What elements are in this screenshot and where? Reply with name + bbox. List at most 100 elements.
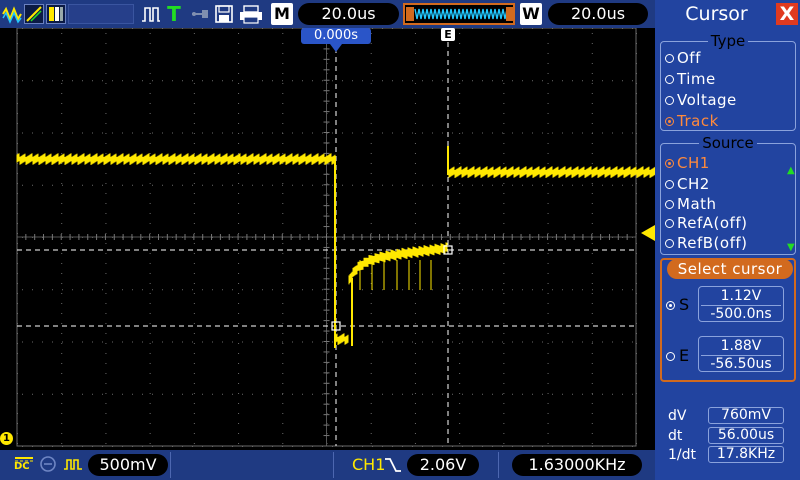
scroll-up-icon[interactable]: ▲ xyxy=(787,166,795,176)
window-timebase-value[interactable]: 20.0us xyxy=(548,3,648,25)
waveform-display-icon[interactable] xyxy=(2,4,22,24)
source-option-refb[interactable]: RefB(off) xyxy=(665,234,748,252)
grid-dot xyxy=(459,443,461,444)
grid-dot xyxy=(42,132,43,134)
pulse-trigger-icon[interactable] xyxy=(141,4,161,24)
grid-dot xyxy=(282,341,283,343)
grid-dot xyxy=(442,289,443,291)
grid-dot xyxy=(52,80,53,82)
grid-dot xyxy=(238,113,240,114)
grid-dot xyxy=(105,323,107,324)
grid-dot xyxy=(112,393,113,395)
grid-dot xyxy=(452,341,453,343)
grid-dot xyxy=(547,263,549,264)
grid-dot xyxy=(452,289,453,291)
grid-dot xyxy=(414,133,416,134)
grid-dot xyxy=(193,183,195,184)
cursor-s-voltage: 1.12V xyxy=(720,288,762,304)
main-timebase-value[interactable]: 20.0us xyxy=(298,3,399,25)
close-button[interactable]: X xyxy=(776,3,798,25)
vectors-icon[interactable] xyxy=(24,4,44,24)
save-icon[interactable] xyxy=(214,4,234,24)
type-option-voltage[interactable]: Voltage xyxy=(665,91,737,109)
grid-dot xyxy=(414,353,416,354)
grid-dot xyxy=(512,393,513,395)
grid-dot xyxy=(522,132,523,134)
grid-dot xyxy=(149,273,151,274)
type-option-time[interactable]: Time xyxy=(665,70,716,88)
grid-dot xyxy=(149,403,151,404)
grid-dot xyxy=(82,289,83,291)
cursor-s-label: S xyxy=(679,295,690,314)
cursor-s-option[interactable]: S xyxy=(666,296,689,314)
ch1-volts-per-div[interactable]: 500mV xyxy=(88,454,168,476)
trigger-level-value[interactable]: 2.06V xyxy=(407,454,479,476)
grid-dot xyxy=(459,73,461,74)
grid-dot xyxy=(370,343,372,344)
grid-dot xyxy=(382,341,383,343)
grid-dot xyxy=(503,233,505,234)
grid-dot xyxy=(262,393,263,395)
source-option-ch1[interactable]: CH1 xyxy=(665,154,710,172)
grid-dot xyxy=(149,233,151,234)
grid-dot xyxy=(442,393,443,395)
grid-dot xyxy=(112,132,113,134)
source-option-refa[interactable]: RefA(off) xyxy=(665,214,747,232)
cursor-e-readout: 1.88V -56.50us xyxy=(698,336,784,372)
type-option-off[interactable]: Off xyxy=(665,49,701,67)
grid-dot xyxy=(370,243,372,244)
grid-dot xyxy=(238,353,240,354)
grid-dot xyxy=(238,173,240,174)
scroll-down-icon[interactable]: ▼ xyxy=(787,243,795,253)
grid-dot xyxy=(332,132,333,134)
grid-dot xyxy=(382,289,383,291)
grid-dot xyxy=(102,132,103,134)
grid-dot xyxy=(193,413,195,414)
grid-dot xyxy=(238,83,240,84)
grid-dot xyxy=(32,289,33,291)
grid-dot xyxy=(282,173,284,174)
grid-dot xyxy=(503,403,505,404)
grid-dot xyxy=(193,283,195,284)
grid-dot xyxy=(282,403,284,404)
grid-dot xyxy=(352,132,353,134)
grid-dot xyxy=(193,273,195,274)
grid-dot xyxy=(149,433,151,434)
source-group-title: Source xyxy=(699,134,757,152)
grid-dot xyxy=(61,83,63,84)
grid-dot xyxy=(202,184,203,186)
grid-dot xyxy=(238,153,240,154)
grid-dot xyxy=(522,341,523,343)
grid-dot xyxy=(547,273,549,274)
window-zoom-indicator[interactable] xyxy=(403,3,515,25)
type-option-track[interactable]: Track xyxy=(665,112,719,130)
grid-dot xyxy=(105,413,107,414)
grid-dot xyxy=(105,53,107,54)
cursor-e-option[interactable]: E xyxy=(666,347,689,365)
grid-dot xyxy=(612,393,613,395)
grid-dot xyxy=(149,303,151,304)
grid-dot xyxy=(370,163,372,164)
grid-dot xyxy=(272,132,273,134)
grid-dot xyxy=(82,184,83,186)
waveform-screen[interactable] xyxy=(0,28,655,450)
source-option-math[interactable]: Math xyxy=(665,195,717,213)
grid-dot xyxy=(52,289,53,291)
grid-dot xyxy=(252,184,253,186)
grid-dot xyxy=(112,289,113,291)
grid-dot xyxy=(482,80,483,82)
grid-dot xyxy=(162,289,163,291)
grid-dot xyxy=(238,323,240,324)
grid-dot xyxy=(149,43,151,44)
grid-dot xyxy=(22,341,23,343)
source-option-ch2[interactable]: CH2 xyxy=(665,175,710,193)
grid-dot xyxy=(547,343,549,344)
grid-dot xyxy=(492,289,493,291)
print-icon[interactable] xyxy=(238,4,266,24)
grid-dot xyxy=(238,393,240,394)
grid-dot xyxy=(22,132,23,134)
grid-dot xyxy=(312,132,313,134)
grid-dot xyxy=(238,363,240,364)
grid-dot xyxy=(61,353,63,354)
persist-icon[interactable] xyxy=(46,4,66,24)
